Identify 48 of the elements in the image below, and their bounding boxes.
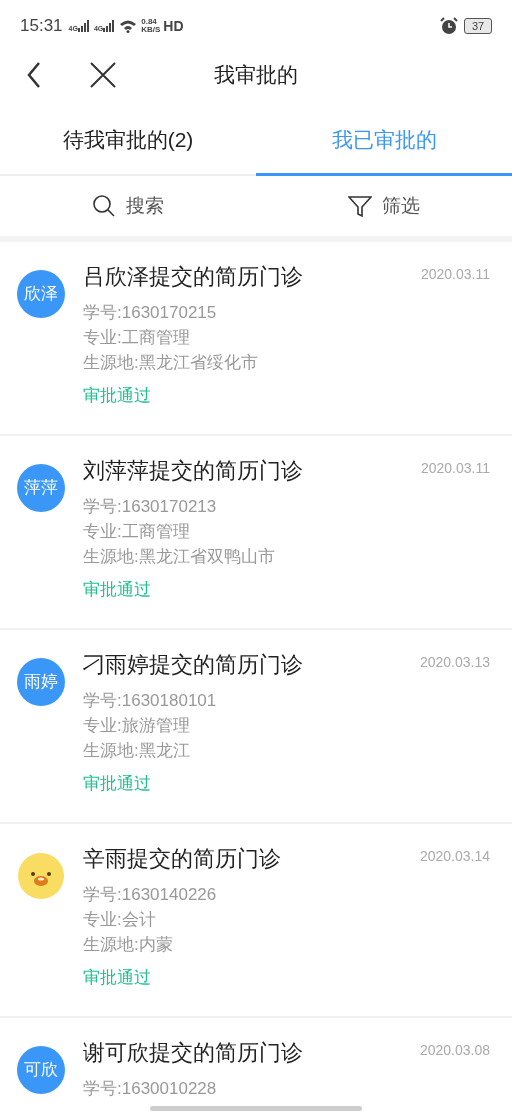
alarm-icon — [440, 17, 458, 35]
item-detail: 学号:1630180101 — [83, 690, 218, 712]
filter-button[interactable]: 筛选 — [256, 176, 512, 236]
item-detail: 学号:1630170215 — [83, 302, 218, 324]
status-label: 审批通过 — [83, 773, 152, 795]
filter-icon — [348, 194, 372, 218]
avatar: 欣泽 — [17, 270, 65, 318]
hd-label: HD — [163, 16, 184, 36]
item-detail: 专业:会计 — [83, 909, 157, 931]
signal-icon — [77, 20, 90, 32]
item-title: 刘萍萍提交的简历门诊 — [83, 457, 304, 485]
speed-value: 0.84 — [141, 18, 158, 26]
clock-time: 15:31 — [20, 15, 63, 38]
wifi-icon — [119, 19, 138, 33]
item-detail: 专业:工商管理 — [83, 521, 191, 543]
status-label: 审批通过 — [83, 967, 152, 989]
item-detail: 学号:1630140226 — [83, 884, 218, 906]
duck-avatar-icon — [17, 852, 65, 900]
item-detail: 生源地:内蒙 — [83, 934, 174, 956]
avatar: 萍萍 — [17, 464, 65, 512]
search-button[interactable]: 搜索 — [0, 176, 256, 236]
item-date: 2020.03.11 — [420, 459, 490, 478]
item-title: 辛雨提交的简历门诊 — [83, 845, 282, 873]
avatar: 可欣 — [17, 1046, 65, 1094]
search-icon — [92, 194, 116, 218]
item-title: 吕欣泽提交的简历门诊 — [83, 263, 304, 291]
item-detail: 专业:工商管理 — [83, 327, 191, 349]
page-title: 我审批的 — [214, 62, 298, 89]
item-detail: 学号:1630170213 — [83, 496, 218, 518]
item-title: 谢可欣提交的简历门诊 — [83, 1039, 304, 1067]
avatar: 雨婷 — [17, 658, 65, 706]
item-date: 2020.03.11 — [420, 265, 490, 284]
battery-indicator: 37 — [464, 18, 492, 34]
item-detail: 生源地:黑龙江 — [83, 740, 191, 762]
item-date: 2020.03.14 — [419, 847, 490, 866]
item-detail: 学号:1630010228 — [83, 1078, 218, 1100]
tab[interactable]: 待我审批的(2) — [0, 98, 256, 176]
speed-unit: KB/S — [141, 26, 161, 34]
item-date: 2020.03.13 — [419, 653, 490, 672]
item-detail: 生源地:黑龙江省双鸭山市 — [83, 546, 276, 568]
signal-icon — [103, 20, 116, 32]
status-label: 审批通过 — [83, 579, 152, 601]
item-detail: 专业:旅游管理 — [83, 715, 191, 737]
item-date: 2020.03.08 — [419, 1041, 490, 1060]
status-label: 审批通过 — [83, 385, 152, 407]
close-button[interactable] — [88, 60, 118, 90]
item-detail: 生源地:黑龙江省绥化市 — [83, 352, 259, 374]
item-title: 刁雨婷提交的简历门诊 — [83, 651, 304, 679]
